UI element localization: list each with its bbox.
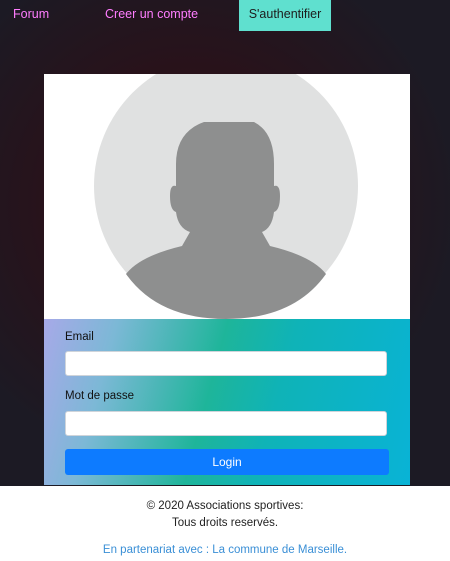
login-card: Email Mot de passe Login [44,74,410,485]
avatar [44,74,410,319]
login-button[interactable]: Login [65,449,389,475]
footer: © 2020 Associations sportives: Tous droi… [0,486,450,561]
user-silhouette-icon [94,74,358,319]
page: Forum Creer un compte S'authentifier Ema… [0,0,450,561]
rights-text: Tous droits reservés. [171,517,279,529]
email-field[interactable] [65,351,387,376]
email-label: Email [65,331,94,343]
password-label: Mot de passe [65,390,135,402]
password-field[interactable] [65,411,387,436]
copyright-text: © 2020 Associations sportives: [146,500,304,512]
top-nav: Forum Creer un compte S'authentifier [0,0,450,31]
nav-link-forum[interactable]: Forum [13,0,49,31]
login-form: Email Mot de passe Login [44,319,410,485]
partner-link[interactable]: En partenariat avec : La commune de Mars… [0,544,450,556]
nav-link-login[interactable]: S'authentifier [239,0,331,31]
nav-link-register[interactable]: Creer un compte [105,0,198,31]
